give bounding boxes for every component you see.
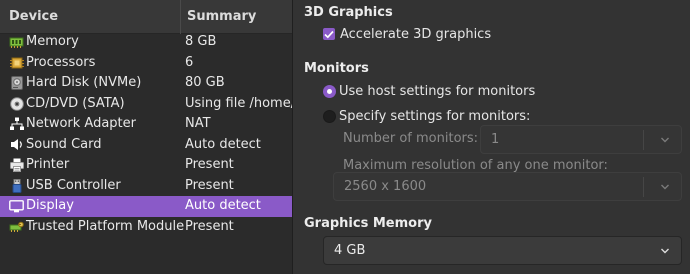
device-row-memory[interactable]: Memory 8 GB [0, 32, 292, 53]
device-row-tpm[interactable]: Trusted Platform Module Present [0, 217, 292, 238]
device-name: Memory [26, 34, 79, 49]
chevron-down-icon [661, 184, 669, 190]
device-name: USB Controller [26, 177, 121, 193]
device-name: Hard Disk (NVMe) [26, 75, 142, 90]
device-row-sound-card[interactable]: Sound Card Auto detect [0, 135, 292, 156]
accelerate-3d-label: Accelerate 3D graphics [340, 26, 492, 42]
device-summary: 80 GB [185, 75, 225, 90]
device-summary: Present [185, 157, 234, 172]
processor-icon [9, 56, 24, 70]
device-row-hard-disk[interactable]: Hard Disk (NVMe) 80 GB [0, 73, 292, 94]
device-name: Processors [26, 54, 96, 70]
accelerate-3d-checkbox[interactable]: Accelerate 3D graphics [323, 26, 491, 42]
max-resolution-label: Maximum resolution of any one monitor: [343, 158, 608, 173]
device-table: Device Summary Memory 8 GB Processors 6 … [0, 0, 293, 274]
heading-monitors: Monitors [304, 61, 369, 76]
combo-separator [643, 130, 644, 150]
sound-card-icon [9, 138, 24, 152]
memory-icon [9, 35, 24, 49]
radio-specify-settings[interactable]: Specify settings for monitors: [323, 108, 530, 124]
device-row-processors[interactable]: Processors 6 [0, 53, 292, 74]
device-name: CD/DVD (SATA) [26, 95, 125, 111]
device-summary: Using file /home/t [185, 95, 293, 111]
number-of-monitors-label: Number of monitors: [343, 131, 479, 146]
network-icon [9, 117, 24, 131]
printer-icon [9, 158, 24, 172]
device-row-printer[interactable]: Printer Present [0, 155, 292, 176]
chevron-down-icon [661, 137, 669, 143]
display-icon [9, 199, 24, 213]
max-resolution-select[interactable]: 2560 x 1600 [333, 172, 682, 201]
device-row-network-adapter[interactable]: Network Adapter NAT [0, 114, 292, 135]
number-of-monitors-value: 1 [491, 132, 500, 147]
max-resolution-value: 2560 x 1600 [344, 179, 427, 194]
device-name: Trusted Platform Module [26, 218, 185, 234]
device-name: Network Adapter [26, 116, 136, 131]
device-summary: 8 GB [185, 34, 217, 49]
device-name: Sound Card [26, 136, 102, 152]
column-header-device[interactable]: Device [0, 0, 181, 34]
chevron-down-icon [661, 248, 669, 254]
usb-icon [9, 178, 24, 193]
device-row-cd-dvd[interactable]: CD/DVD (SATA) Using file /home/t [0, 94, 293, 115]
radio-use-host-settings[interactable]: Use host settings for monitors [323, 83, 535, 99]
cd-dvd-icon [9, 96, 24, 111]
column-header-summary[interactable]: Summary [181, 0, 292, 34]
device-name: Printer [26, 157, 70, 172]
device-summary: Auto detect [185, 198, 261, 213]
graphics-memory-select[interactable]: 4 GB [323, 236, 682, 265]
device-summary: Present [185, 177, 234, 193]
device-name: Display [26, 198, 74, 213]
radio-selected-icon[interactable] [323, 84, 336, 98]
checkbox-checked-icon[interactable] [323, 28, 335, 40]
table-header: Device Summary [0, 0, 292, 34]
use-host-settings-label: Use host settings for monitors [339, 83, 536, 99]
graphics-memory-value: 4 GB [334, 243, 366, 258]
device-summary: Auto detect [185, 136, 261, 152]
hard-disk-icon [9, 76, 24, 90]
device-row-usb-controller[interactable]: USB Controller Present [0, 176, 292, 197]
device-summary: NAT [185, 116, 211, 131]
specify-settings-label: Specify settings for monitors: [339, 108, 531, 124]
radio-unselected-icon[interactable] [323, 109, 336, 123]
device-summary: 6 [185, 54, 194, 70]
device-row-display[interactable]: Display Auto detect [0, 196, 292, 217]
combo-separator [643, 177, 644, 197]
heading-3d-graphics: 3D Graphics [304, 5, 393, 20]
number-of-monitors-select[interactable]: 1 [480, 125, 682, 154]
heading-graphics-memory: Graphics Memory [304, 216, 432, 231]
tpm-icon [9, 220, 24, 234]
device-summary: Present [185, 218, 234, 234]
